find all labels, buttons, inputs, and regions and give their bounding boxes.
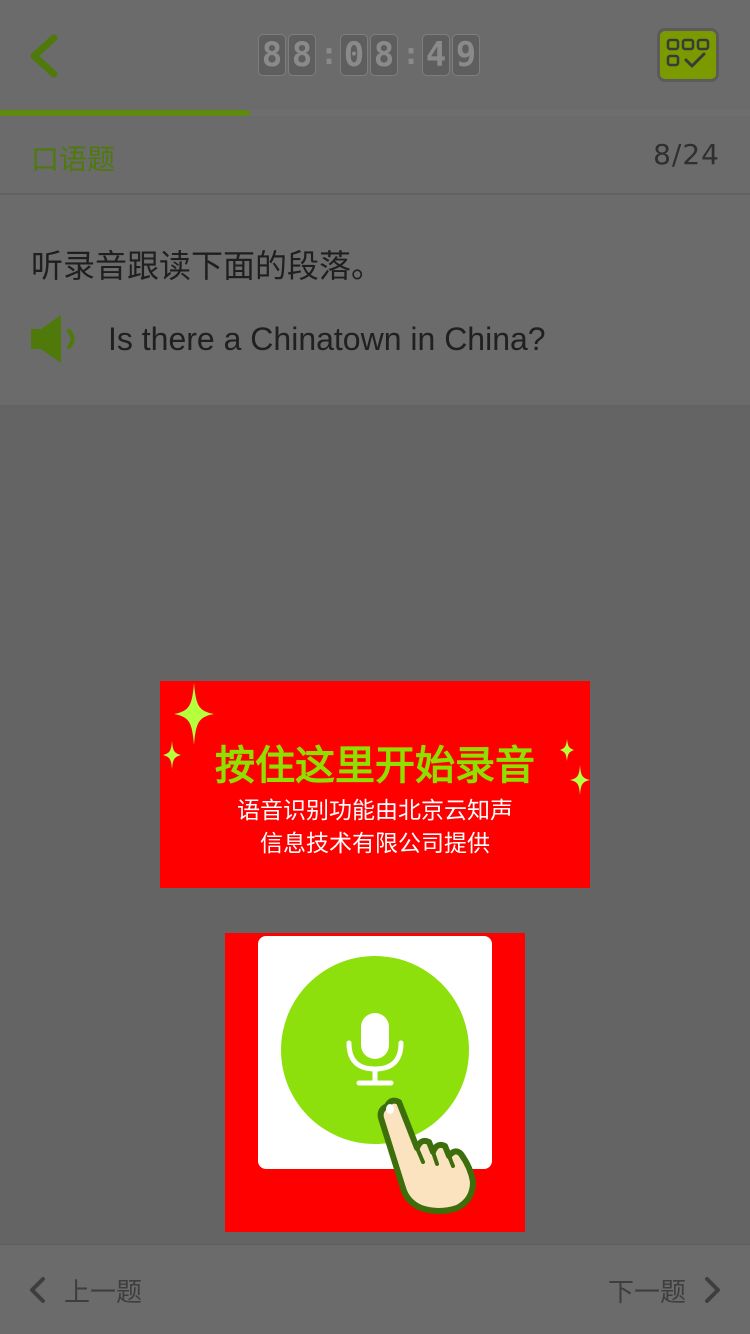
hint-title: 按住这里开始录音 [215,743,535,789]
chevron-left-icon [30,34,58,78]
timer-seconds: 4 9 [422,34,482,76]
question-type-label: 口语题 [31,143,116,176]
pointing-hand-icon [377,1097,476,1214]
prev-question-button[interactable]: 上一题 [28,1273,143,1308]
question-instruction: 听录音跟读下面的段落。 [31,247,384,285]
timer-digit: 0 [340,34,368,76]
record-area [225,933,525,1232]
timer-digit: 9 [452,34,480,76]
timer-digit: 8 [258,34,286,76]
question-panel: 听录音跟读下面的段落。 Is there a Chinatown in Chin… [0,195,750,405]
record-hint-banner: 按住这里开始录音 语音识别功能由北京云知声 信息技术有限公司提供 [160,681,590,888]
timer-separator: : [319,37,339,72]
timer-digit: 8 [288,34,316,76]
audio-row[interactable]: Is there a Chinatown in China? [29,311,546,367]
top-bar: 8 8 : 0 8 : 4 9 [0,0,750,110]
question-counter: 8/24 [653,138,720,171]
answer-card-button[interactable] [657,28,719,82]
question-info-bar: 口语题 8/24 [0,116,750,194]
chevron-right-icon [705,1277,720,1303]
hint-line-2: 信息技术有限公司提供 [260,831,490,857]
prev-question-label: 上一题 [64,1277,143,1308]
countdown-timer: 8 8 : 0 8 : 4 9 [258,33,482,77]
microphone-icon [346,1013,404,1086]
timer-minutes: 0 8 [340,34,400,76]
bottom-nav: 上一题 下一题 [0,1244,750,1334]
timer-hours: 8 8 [258,34,318,76]
speaker-icon[interactable] [29,311,81,367]
back-button[interactable] [22,28,72,84]
timer-digit: 8 [370,34,398,76]
next-question-label: 下一题 [607,1277,686,1308]
hint-line-1: 语音识别功能由北京云知声 [237,798,513,824]
next-question-button[interactable]: 下一题 [607,1273,722,1308]
timer-digit: 4 [422,34,450,76]
chevron-left-icon [30,1277,45,1303]
sentence-text: Is there a Chinatown in China? [108,320,546,357]
timer-separator: : [401,37,421,72]
grid-check-icon [666,38,710,68]
